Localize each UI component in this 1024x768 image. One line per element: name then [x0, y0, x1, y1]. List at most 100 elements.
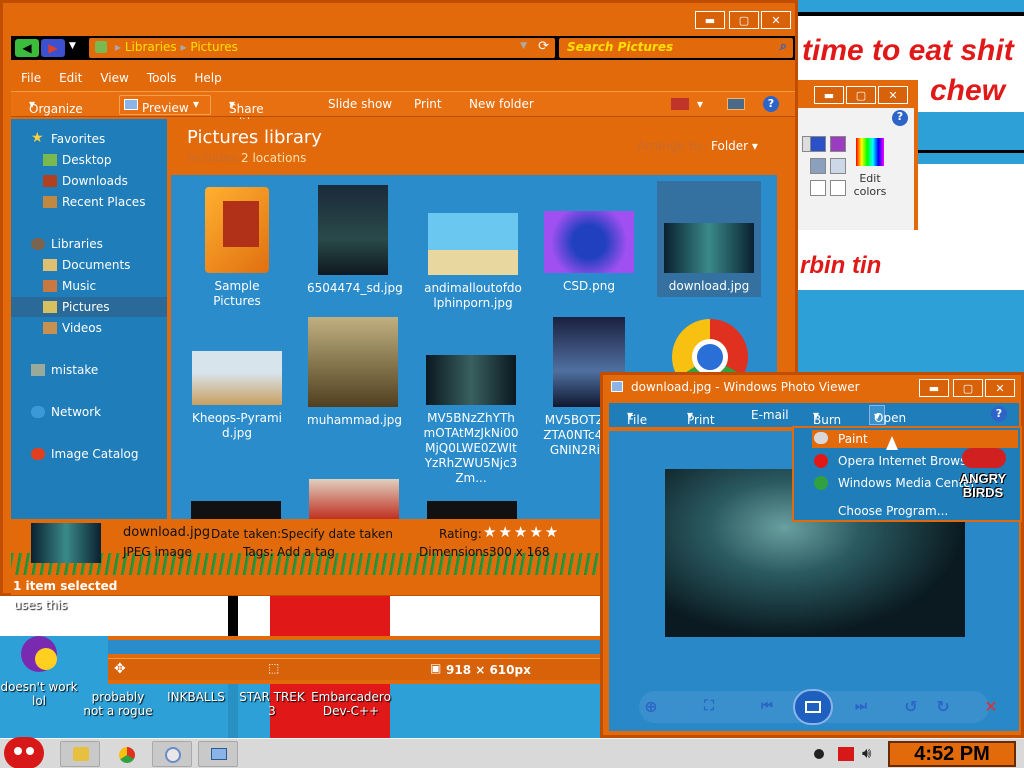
edit-colors-icon[interactable] [856, 138, 884, 166]
rotate-right-icon[interactable]: ↻ [931, 695, 955, 717]
start-button-angry-bird-icon[interactable] [4, 737, 44, 768]
paint-minimize-button[interactable]: ▬ [814, 86, 844, 104]
slideshow-button[interactable] [793, 689, 833, 725]
recent-pages-chevron-icon[interactable]: ▼ [69, 41, 76, 51]
preview-dropdown-icon[interactable]: ▾ [189, 95, 207, 115]
file-item[interactable]: MV5BNzZhYThmOTAtMzJkNi00MjQ0LWE0ZWItYzRh… [423, 355, 519, 486]
file-item[interactable]: Kheops-Pyramid.jpg [189, 351, 285, 441]
viewer-print-menu[interactable]: Print ▾ [687, 408, 715, 427]
address-dropdown-icon[interactable]: ▼ [520, 41, 527, 51]
new-folder-button[interactable]: New folder [469, 97, 534, 111]
file-item[interactable]: muhammad.jpg [307, 317, 402, 428]
viewer-file-menu[interactable]: File ▾ [627, 408, 647, 427]
tray-dot-icon[interactable] [814, 749, 824, 759]
nav-network[interactable]: Network [11, 402, 167, 422]
search-input[interactable]: Search Pictures ⌕ [559, 38, 793, 58]
rating-stars[interactable]: ★★★★★ [483, 523, 560, 541]
menu-view[interactable]: View [100, 71, 128, 89]
share-with-button[interactable]: Share with ▾ [229, 97, 264, 130]
date-taken-value[interactable]: Specify date taken [281, 527, 393, 541]
nav-music[interactable]: Music [11, 276, 167, 296]
viewer-burn-menu[interactable]: Burn ▾ [813, 408, 841, 427]
viewer-email-button[interactable]: E-mail [751, 408, 789, 422]
taskbar-chrome-button[interactable] [106, 741, 146, 767]
nav-downloads[interactable]: Downloads [11, 171, 167, 191]
file-item[interactable]: CSD.png [543, 211, 635, 294]
taskbar-photo-viewer-button[interactable] [198, 741, 238, 767]
desktop-icon-yahoo[interactable]: doesn't work lol [0, 636, 78, 708]
desktop-icon-embarcadero[interactable]: Embarcadero Dev-C++ [310, 690, 392, 718]
arrange-by-dropdown[interactable]: Folder ▾ [711, 139, 758, 153]
strip-scroll[interactable] [108, 640, 603, 654]
menu-tools[interactable]: Tools [147, 71, 177, 89]
address-field[interactable]: ▸ Libraries ▸ Pictures ▼ ⟳ [89, 38, 555, 58]
viewer-maximize-button[interactable]: ▢ [953, 379, 983, 397]
palette-swatch[interactable] [810, 158, 826, 174]
nav-image-catalog[interactable]: Image Catalog [11, 444, 167, 464]
tray-flag-icon[interactable] [838, 747, 854, 761]
next-icon[interactable]: ⏭ [849, 695, 873, 717]
file-item[interactable]: 6504474_sd.jpg [307, 185, 403, 296]
help-icon[interactable]: ? [763, 96, 779, 112]
viewer-minimize-button[interactable]: ▬ [919, 379, 949, 397]
preview-pane-icon[interactable] [727, 98, 745, 110]
nav-desktop[interactable]: Desktop [11, 150, 167, 170]
slide-show-button[interactable]: Slide show [328, 97, 392, 111]
crumb-libraries[interactable]: Libraries [125, 40, 177, 54]
image-thumbnail[interactable] [309, 479, 399, 519]
image-thumbnail[interactable] [427, 501, 517, 519]
paint-close-button[interactable]: ✕ [878, 86, 908, 104]
paint-help-icon[interactable]: ? [892, 110, 908, 126]
back-button[interactable]: ◀ [15, 39, 39, 57]
nav-videos[interactable]: Videos [11, 318, 167, 338]
rotate-left-icon[interactable]: ↺ [899, 695, 923, 717]
open-item-paint[interactable]: Paint [838, 432, 868, 446]
crumb-pictures[interactable]: Pictures [190, 40, 238, 54]
minimize-button[interactable]: ▬ [695, 11, 725, 29]
previous-icon[interactable]: ⏮ [755, 695, 779, 717]
edit-colors-label[interactable]: Edit colors [848, 172, 892, 198]
refresh-icon[interactable]: ⟳ [538, 39, 549, 54]
nav-mistake[interactable]: mistake [11, 360, 167, 380]
open-item-opera[interactable]: Opera Internet Browser [838, 454, 979, 468]
palette-swatch[interactable] [830, 158, 846, 174]
palette-swatch[interactable] [810, 136, 826, 152]
nav-libraries[interactable]: Libraries [11, 234, 167, 254]
close-button[interactable]: ✕ [761, 11, 791, 29]
nav-pictures[interactable]: Pictures [11, 297, 167, 317]
volume-icon[interactable]: 🔊︎ [862, 744, 871, 762]
zoom-icon[interactable]: ⊕ [639, 695, 663, 717]
viewer-open-menu[interactable]: Open ▾ [869, 405, 906, 425]
delete-icon[interactable]: ✕ [979, 695, 1003, 717]
nav-recent-places[interactable]: Recent Places [11, 192, 167, 212]
menu-help[interactable]: Help [194, 71, 221, 89]
viewer-help-icon[interactable]: ? [991, 406, 1007, 422]
menu-edit[interactable]: Edit [59, 71, 82, 89]
desktop-icon-rogue[interactable]: probably not a rogue [80, 690, 156, 718]
forward-button[interactable]: ▶ [41, 39, 65, 57]
clock[interactable]: 4:52 PM [888, 741, 1016, 767]
view-dropdown-icon[interactable]: ▾ [697, 97, 703, 111]
image-thumbnail[interactable] [191, 501, 281, 519]
open-item-choose-program[interactable]: Choose Program... [838, 504, 948, 518]
maximize-button[interactable]: ▢ [729, 11, 759, 29]
desktop-icon-star-trek[interactable]: STAR TREK 3 [234, 690, 310, 718]
file-item-selected[interactable]: download.jpg [657, 181, 761, 297]
palette-swatch[interactable] [830, 180, 846, 196]
taskbar-explorer-button[interactable] [60, 741, 100, 767]
organize-button[interactable]: Organize ▾ [29, 97, 83, 116]
desktop-icon-inkballs[interactable]: INKBALLS [160, 690, 232, 704]
nav-favorites[interactable]: ★ Favorites [11, 129, 167, 149]
taskbar-paint-button[interactable] [152, 741, 192, 767]
menu-file[interactable]: File [21, 71, 41, 89]
file-item[interactable]: andimalloutofdolphinporn.jpg [423, 213, 523, 311]
viewer-close-button[interactable]: ✕ [985, 379, 1015, 397]
change-view-icon[interactable] [671, 98, 689, 110]
print-button[interactable]: Print [414, 97, 442, 111]
tags-value[interactable]: Add a tag [277, 545, 335, 559]
library-locations-link[interactable]: 2 locations [241, 151, 306, 165]
nav-documents[interactable]: Documents [11, 255, 167, 275]
file-item[interactable]: Sample Pictures [191, 187, 283, 309]
paint-maximize-button[interactable]: ▢ [846, 86, 876, 104]
palette-swatch[interactable] [810, 180, 826, 196]
